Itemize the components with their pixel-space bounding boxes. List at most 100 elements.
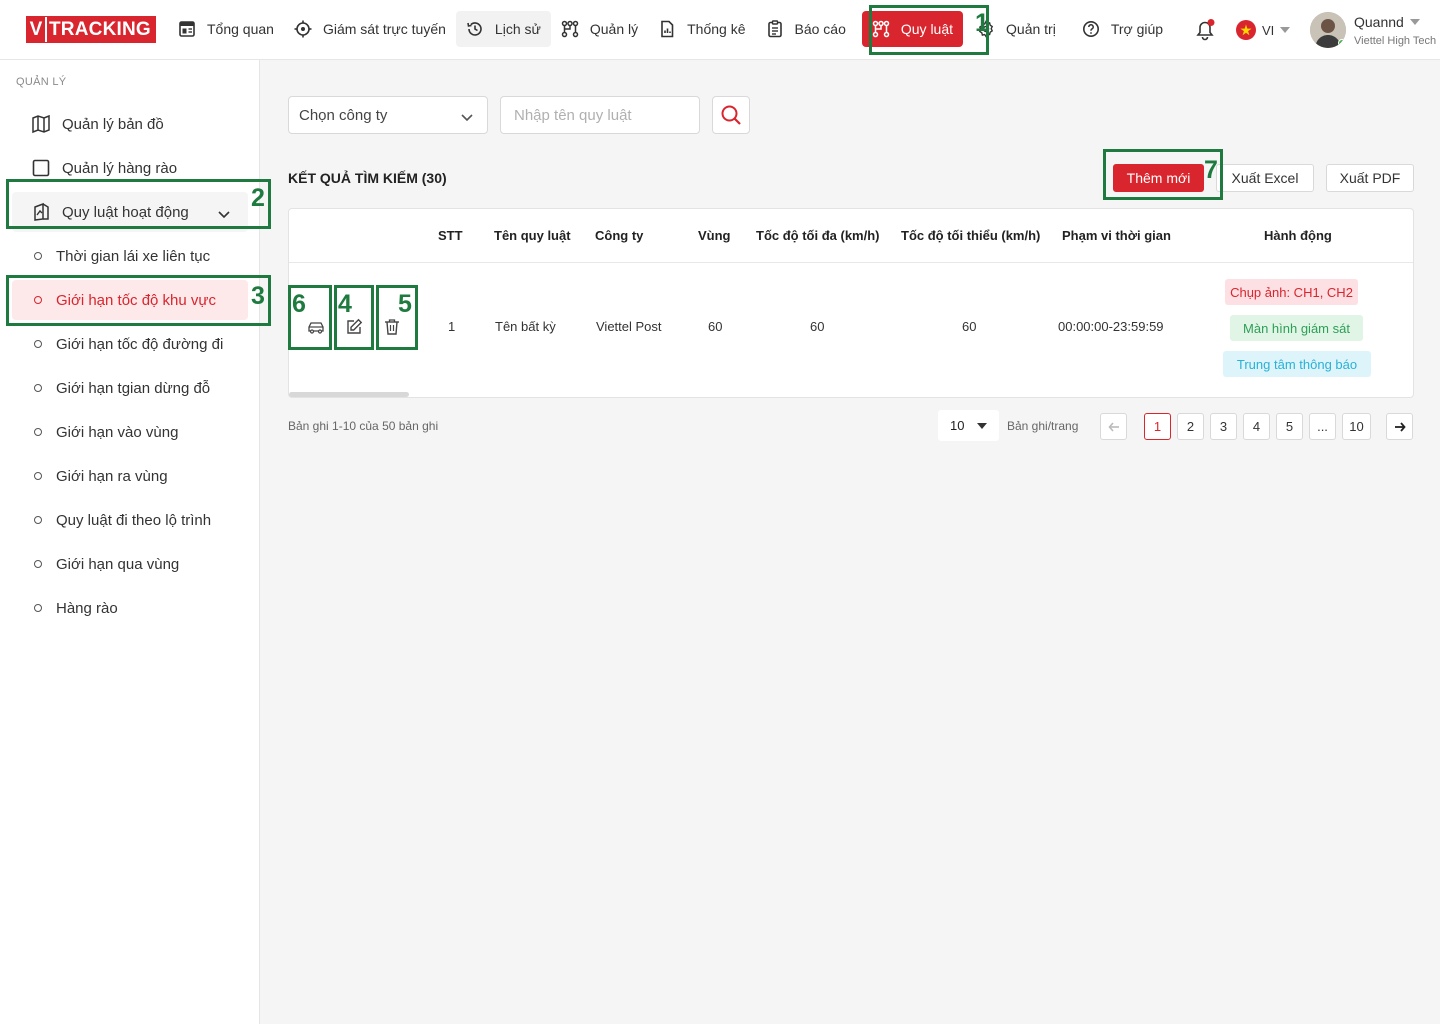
bullet-icon	[34, 560, 42, 568]
sidebar-sub-zone-exit-limit[interactable]: Giới hạn ra vùng	[12, 456, 248, 496]
bullet-icon	[34, 384, 42, 392]
page-button[interactable]: 3	[1210, 413, 1237, 440]
sidebar-sub-zone-pass-limit[interactable]: Giới hạn qua vùng	[12, 544, 248, 584]
user-org: Viettel High Tech	[1354, 34, 1437, 47]
column-header: Tốc độ tối thiểu (km/h)	[901, 228, 1041, 243]
annotation-number-6: 6	[292, 290, 306, 318]
rule-name-input[interactable]	[500, 96, 700, 134]
sidebar-sub-route-rule[interactable]: Quy luật đi theo lộ trình	[12, 500, 248, 540]
cell-min-speed: 60	[962, 319, 977, 334]
cell-max-speed: 60	[810, 319, 825, 334]
table-header: STT Tên quy luật Công ty Vùng Tốc độ tối…	[289, 209, 1413, 263]
page-size-select[interactable]: 10	[938, 410, 999, 441]
sidebar-sub-label: Giới hạn qua vùng	[56, 555, 180, 573]
bullet-icon	[34, 516, 42, 524]
square-icon	[30, 157, 52, 179]
annotation-box-2	[6, 179, 271, 229]
page-button[interactable]: 5	[1276, 413, 1303, 440]
export-excel-button[interactable]: Xuất Excel	[1216, 164, 1314, 192]
pagination-info: Bản ghi 1-10 của 50 bản ghi	[288, 419, 439, 433]
nav-item-history[interactable]: Lịch sử	[455, 11, 551, 47]
arrow-left-icon	[1107, 421, 1119, 432]
clipboard-icon	[767, 20, 782, 38]
annotation-number-4: 4	[338, 290, 352, 318]
sidebar-item-label: Quản lý bản đồ	[62, 115, 164, 133]
search-button[interactable]	[712, 96, 750, 134]
nav-item-help[interactable]: Trợ giúp	[1066, 11, 1173, 47]
column-header: Công ty	[595, 228, 644, 243]
annotation-number-3: 3	[251, 282, 265, 310]
sidebar-sub-label: Giới hạn ra vùng	[56, 467, 168, 485]
cell-rule-name: Tên bất kỳ	[495, 319, 556, 334]
chevron-down-icon	[1409, 18, 1420, 25]
page-button[interactable]: 10	[1342, 413, 1371, 440]
sidebar-sub-road-speed-limit[interactable]: Giới hạn tốc độ đường đi	[12, 324, 248, 364]
bullet-icon	[34, 604, 42, 612]
column-header: Tên quy luật	[494, 228, 571, 243]
nodes-icon	[561, 20, 579, 38]
top-header: V TRACKING Tổng quan Giám sát trực tuyến…	[0, 0, 1440, 60]
sidebar-sub-fence[interactable]: Hàng rào	[12, 588, 248, 628]
nav-label: Quản trị	[1006, 21, 1056, 37]
next-page-button[interactable]	[1386, 413, 1413, 440]
nav-label: Trợ giúp	[1110, 21, 1164, 37]
arrow-right-icon	[1394, 421, 1406, 432]
sidebar-sub-label: Giới hạn tốc độ đường đi	[56, 335, 224, 353]
notifications-button[interactable]	[1192, 0, 1218, 60]
nav-label: Lịch sử	[494, 21, 541, 37]
help-icon	[1082, 21, 1099, 37]
language-code: VI	[1262, 22, 1275, 38]
page-button[interactable]: 2	[1177, 413, 1204, 440]
column-header: Phạm vi thời gian	[1062, 228, 1171, 243]
avatar	[1310, 12, 1346, 48]
column-header: STT	[438, 228, 463, 243]
user-menu[interactable]: Quannd Viettel High Tech	[1310, 0, 1436, 60]
nav-item-management[interactable]: Quản lý	[551, 11, 648, 47]
cell-company: Viettel Post	[596, 319, 662, 334]
action-tag-monitor-screen: Màn hình giám sát	[1230, 315, 1363, 341]
search-icon	[721, 105, 741, 125]
bell-icon	[1196, 19, 1215, 41]
column-header: Hành động	[1264, 228, 1332, 243]
nav-item-live-monitoring[interactable]: Giám sát trực tuyến	[284, 11, 456, 47]
file-chart-icon	[661, 20, 674, 38]
sidebar-sub-label: Thời gian lái xe liên tục	[56, 247, 211, 265]
sidebar-item-map-management[interactable]: Quản lý bản đồ	[12, 104, 248, 144]
prev-page-button[interactable]	[1100, 413, 1127, 440]
sidebar-section-title: QUẢN LÝ	[16, 76, 67, 88]
annotation-box-1	[869, 5, 989, 55]
sidebar-sub-zone-entry-limit[interactable]: Giới hạn vào vùng	[12, 412, 248, 452]
page-button[interactable]: 4	[1243, 413, 1270, 440]
chevron-down-icon	[461, 109, 473, 126]
sidebar-sub-label: Hàng rào	[56, 599, 118, 617]
sidebar-sub-stop-time-limit[interactable]: Giới hạn tgian dừng đỗ	[12, 368, 248, 408]
sidebar-sub-label: Giới hạn tgian dừng đỗ	[56, 379, 211, 397]
annotation-box-3	[6, 275, 271, 326]
cell-time-range: 00:00:00-23:59:59	[1058, 319, 1164, 334]
nav-label: Báo cáo	[794, 21, 846, 37]
sidebar-sub-label: Giới hạn vào vùng	[56, 423, 179, 441]
nav-label: Quản lý	[589, 21, 639, 37]
page-ellipsis: ...	[1309, 413, 1336, 440]
nav-item-reports[interactable]: Báo cáo	[756, 11, 856, 47]
action-tag-notification-center: Trung tâm thông báo	[1223, 351, 1371, 377]
cell-stt: 1	[448, 319, 456, 334]
dashboard-icon	[179, 21, 195, 37]
crosshair-icon	[294, 20, 312, 38]
page-size-value: 10	[950, 418, 965, 433]
annotation-number-5: 5	[398, 290, 412, 318]
app-logo[interactable]: V TRACKING	[26, 16, 156, 43]
history-icon	[467, 22, 482, 36]
horizontal-scrollbar[interactable]	[289, 392, 409, 397]
language-switcher[interactable]: VI	[1236, 0, 1291, 60]
sidebar-sub-continuous-driving[interactable]: Thời gian lái xe liên tục	[12, 236, 248, 276]
cell-zone: 60	[708, 319, 723, 334]
sidebar-item-label: Quản lý hàng rào	[62, 159, 178, 177]
main-nav: Tổng quan Giám sát trực tuyến Lịch sử Qu…	[168, 11, 1173, 47]
nav-item-statistics[interactable]: Thống kê	[648, 11, 755, 47]
export-pdf-button[interactable]: Xuất PDF	[1326, 164, 1414, 192]
page-button[interactable]: 1	[1144, 413, 1171, 440]
action-tag-capture: Chụp ảnh: CH1, CH2	[1225, 279, 1358, 305]
company-select[interactable]: Chọn công ty	[288, 96, 488, 134]
nav-item-overview[interactable]: Tổng quan	[168, 11, 284, 47]
